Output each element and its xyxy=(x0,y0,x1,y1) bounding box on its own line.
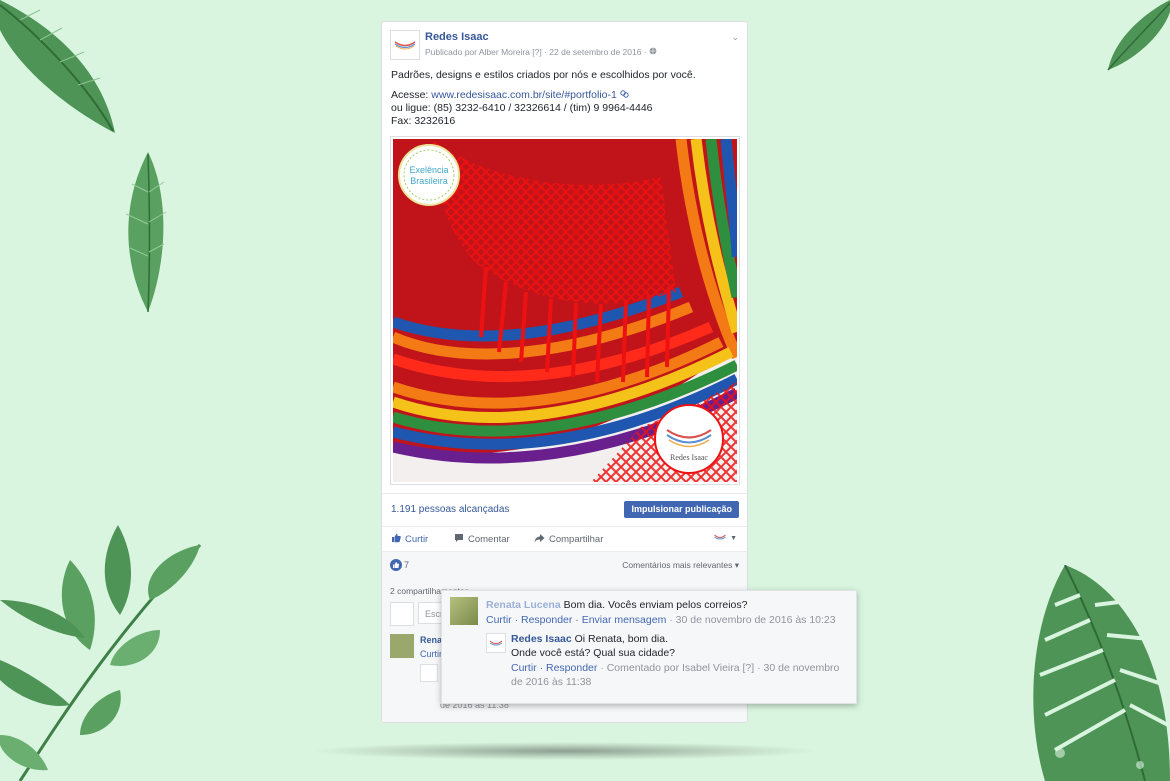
reply-text-1: Oi Renata, bom dia. xyxy=(571,633,669,645)
speech-bubble-icon xyxy=(454,533,464,546)
post-options-chevron-icon[interactable]: ⌄ xyxy=(731,32,739,43)
badge-line-1: Exelência xyxy=(409,165,448,175)
reply-actions[interactable]: Curtir · Responder xyxy=(511,662,597,674)
image-logo-text: Redes Isaac xyxy=(670,453,708,462)
post-phone-line: ou ligue: (85) 3232-6410 / 32326614 / (t… xyxy=(391,102,653,114)
comment-like-behind[interactable]: Curtir xyxy=(420,649,442,659)
post-date[interactable]: · 22 de setembro de 2016 · xyxy=(544,47,647,57)
boost-post-button[interactable]: Impulsionar publicação xyxy=(624,501,739,518)
help-marker[interactable]: [?] xyxy=(532,47,541,57)
comment-author-behind[interactable]: Rena xyxy=(420,635,442,645)
leaf-decoration-bottom-left xyxy=(0,525,202,781)
like-reaction-icon xyxy=(390,558,402,576)
reach-bar: 1.191 pessoas alcançadas Impulsionar pub… xyxy=(382,493,747,527)
portfolio-link[interactable]: www.redesisaac.com.br/site/#portfolio-1 xyxy=(431,89,617,101)
post-line-acesse: Acesse: www.redesisaac.com.br/site/#port… xyxy=(391,89,739,102)
comment-author[interactable]: Renata Lucena xyxy=(486,599,561,611)
like-button[interactable]: Curtir xyxy=(391,533,428,546)
hammock-photo: Exelência Brasileira Redes Isaac xyxy=(393,139,737,482)
reaction-count[interactable]: 7 xyxy=(404,560,409,570)
page-mini-avatar-icon xyxy=(714,533,726,544)
post-fax-line: Fax: 3232616 xyxy=(391,115,456,127)
reply-avatar[interactable] xyxy=(486,633,506,653)
comment-label: Comentar xyxy=(468,534,510,545)
page-avatar[interactable] xyxy=(390,30,420,60)
comment-date[interactable]: · 30 de novembro de 2016 às 10:23 xyxy=(666,614,835,626)
comment-button[interactable]: Comentar xyxy=(454,533,510,546)
leaf-decoration-left-middle xyxy=(125,152,167,313)
hammock-logo-icon xyxy=(394,41,416,50)
badge-line-2: Brasileira xyxy=(410,176,448,186)
comment-sort-dropdown[interactable]: Comentários mais relevantes ▾ xyxy=(622,560,739,571)
share-arrow-icon xyxy=(534,533,545,546)
leaf-decoration-bottom-right xyxy=(1033,565,1170,781)
reply-text-2: Onde você está? Qual sua cidade? xyxy=(511,647,676,659)
comment-zoom-callout: Renata Lucena Bom dia. Vocês enviam pelo… xyxy=(441,590,857,704)
reply-1: Redes Isaac Oi Renata, bom dia. Onde voc… xyxy=(511,632,849,689)
share-label: Compartilhar xyxy=(549,534,604,545)
reply-meta: Curtir · Responder · Comentado por Isabe… xyxy=(511,661,849,689)
action-bar: Curtir Comentar Compartilhar ▼ xyxy=(382,527,747,552)
comment-1: Renata Lucena Bom dia. Vocês enviam pelo… xyxy=(486,598,747,612)
globe-icon xyxy=(649,47,657,57)
reactions-bar: 7 Comentários mais relevantes ▾ xyxy=(382,552,747,576)
post-meta: Publicado por Alber Moreira [?] · 22 de … xyxy=(425,47,657,57)
link-edit-icon[interactable] xyxy=(620,89,629,101)
like-label: Curtir xyxy=(405,534,429,545)
reach-count[interactable]: 1.191 pessoas alcançadas xyxy=(391,504,509,515)
comment-avatar-behind xyxy=(390,634,414,658)
post-as-selector[interactable]: ▼ xyxy=(714,533,737,544)
commenter-avatar[interactable] xyxy=(450,597,478,625)
post-image[interactable]: Exelência Brasileira Redes Isaac xyxy=(390,136,740,485)
leaf-decoration-top-right xyxy=(1107,0,1170,71)
comment-text: Bom dia. Vocês enviam pelos correios? xyxy=(560,599,748,611)
reply-author[interactable]: Redes Isaac xyxy=(511,633,572,645)
card-shadow xyxy=(315,742,815,760)
page-name[interactable]: Redes Isaac xyxy=(425,31,489,43)
acesse-label: Acesse: xyxy=(391,89,432,101)
reply-avatar-behind xyxy=(420,664,438,682)
comment-actions[interactable]: Curtir · Responder · Enviar mensagem xyxy=(486,614,666,626)
post-header: Redes Isaac Publicado por Alber Moreira … xyxy=(390,30,739,62)
thumbs-up-icon xyxy=(391,533,401,546)
post-text: Padrões, designs e estilos criados por n… xyxy=(391,69,739,128)
caret-down-icon: ▼ xyxy=(730,535,737,542)
leaf-decoration-top-left xyxy=(0,0,115,133)
reply-line-1: Redes Isaac Oi Renata, bom dia. xyxy=(511,632,849,646)
post-line-1: Padrões, designs e estilos criados por n… xyxy=(391,69,696,81)
share-button[interactable]: Compartilhar xyxy=(534,533,603,546)
hammock-logo-icon xyxy=(489,640,503,646)
comment-1-meta: Curtir · Responder · Enviar mensagem · 3… xyxy=(486,613,836,627)
comment-composer-avatar xyxy=(390,602,414,626)
published-by[interactable]: Publicado por Alber Moreira xyxy=(425,47,530,57)
